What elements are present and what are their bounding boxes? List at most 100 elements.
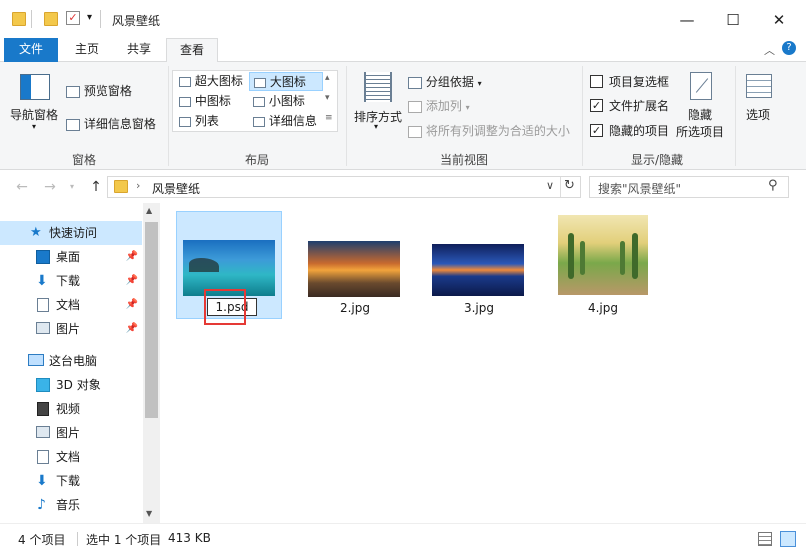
large-icons-icon <box>254 77 266 88</box>
search-box[interactable]: 搜索"风景壁纸" ⚲ <box>589 176 789 198</box>
add-column-button[interactable]: 添加列 ▾ <box>408 97 470 114</box>
nav-pane-icon <box>20 74 50 100</box>
details-view-icon[interactable] <box>758 532 772 546</box>
address-bar[interactable]: › 风景壁纸 ∨ ↻ <box>107 176 581 198</box>
details-pane-label: 详细信息窗格 <box>83 117 156 131</box>
group-by-button[interactable]: 分组依据 ▾ <box>408 73 482 90</box>
layout-list[interactable]: 列表 <box>175 112 249 131</box>
nav-pc-downloads[interactable]: ⬇ 下载 <box>0 469 142 493</box>
item-count: 4 个项目 <box>18 533 66 547</box>
search-input[interactable]: 搜索"风景壁纸" <box>598 180 681 197</box>
search-icon[interactable]: ⚲ <box>768 178 778 193</box>
forward-arrow-icon[interactable]: → <box>40 177 60 197</box>
gallery-more-icon[interactable]: ≡ <box>325 113 333 123</box>
back-arrow-icon[interactable]: ← <box>12 177 32 197</box>
details-pane-button[interactable]: 详细信息窗格 <box>66 115 156 132</box>
file-thumbnail <box>558 215 648 295</box>
nav-documents[interactable]: 文档 📌 <box>0 293 142 317</box>
extensions-toggle[interactable]: ✓ 文件扩展名 <box>590 97 669 114</box>
computer-icon <box>28 354 44 366</box>
layout-extra-large[interactable]: 超大图标 <box>175 72 249 91</box>
help-icon[interactable]: ? <box>782 41 796 55</box>
file-item[interactable]: 4.jpg <box>550 211 656 319</box>
cube-icon <box>36 378 50 392</box>
group-label-layout: 布局 <box>244 153 269 167</box>
hidden-items-toggle[interactable]: ✓ 隐藏的项目 <box>590 122 669 139</box>
nav-pane-label: 导航窗格 <box>10 108 59 122</box>
up-arrow-icon[interactable]: ↑ <box>86 177 106 197</box>
file-thumbnail <box>308 241 400 297</box>
file-thumbnail <box>432 244 524 296</box>
options-icon <box>746 74 772 98</box>
chevron-down-icon: ▾ <box>465 103 470 112</box>
properties-icon[interactable]: ✓ <box>66 11 80 25</box>
film-icon <box>37 402 49 416</box>
file-thumbnail <box>183 240 275 296</box>
tab-home[interactable]: 主页 <box>62 38 112 62</box>
pictures-icon <box>36 426 50 438</box>
options-label: 选项 <box>746 108 771 122</box>
collapse-ribbon-icon[interactable]: ︿ <box>764 42 775 58</box>
layout-details[interactable]: 详细信息 <box>249 112 323 131</box>
nav-pane-button[interactable]: 导航窗格 ▾ <box>6 70 66 144</box>
sort-button[interactable]: 排序方式 ▾ <box>352 70 404 144</box>
title-bar: ✓ ▾ 风景壁纸 — ☐ ✕ <box>0 0 806 38</box>
item-checkbox-box[interactable] <box>590 75 603 88</box>
customize-toolbar-icon[interactable]: ▾ <box>87 12 92 23</box>
nav-videos[interactable]: 视频 <box>0 397 142 421</box>
recent-locations-icon[interactable]: ▾ <box>62 177 82 197</box>
tab-view[interactable]: 查看 <box>166 38 218 63</box>
layout-large[interactable]: 大图标 <box>249 72 323 91</box>
extensions-checkbox[interactable]: ✓ <box>590 99 603 112</box>
nav-quick-access[interactable]: ★ 快速访问 <box>0 221 142 245</box>
chevron-down-icon[interactable]: ▾ <box>325 93 330 103</box>
fit-columns-icon <box>408 125 422 138</box>
divider <box>100 10 101 28</box>
address-dropdown-icon[interactable]: ∨ <box>546 179 554 192</box>
group-label-show-hide: 显示/隐藏 <box>630 153 684 167</box>
details-icon <box>253 116 265 127</box>
chevron-up-icon[interactable]: ▴ <box>325 73 330 83</box>
tab-share[interactable]: 共享 <box>114 38 164 62</box>
layout-gallery: 超大图标 大图标 中图标 小图标 列表 详细信息 ▴ ▾ ≡ <box>172 70 338 132</box>
nav-music[interactable]: ♪ 音乐 <box>0 493 142 517</box>
layout-medium[interactable]: 中图标 <box>175 92 249 111</box>
large-icons-view-icon[interactable] <box>780 531 796 547</box>
nav-pc-documents[interactable]: 文档 <box>0 445 142 469</box>
hide-selected-button[interactable]: 隐藏 所选项目 <box>674 70 730 144</box>
chevron-down-icon: ▾ <box>32 122 37 131</box>
nav-downloads[interactable]: ⬇ 下载 📌 <box>0 269 142 293</box>
minimize-button[interactable]: — <box>664 6 710 34</box>
layout-small[interactable]: 小图标 <box>249 92 323 111</box>
nav-pc-pictures[interactable]: 图片 <box>0 421 142 445</box>
options-button[interactable]: 选项 <box>740 70 780 144</box>
nav-3d-objects[interactable]: 3D 对象 <box>0 373 142 397</box>
new-folder-icon[interactable] <box>44 12 58 26</box>
extra-large-icons-icon <box>179 76 191 87</box>
nav-this-pc[interactable]: 这台电脑 <box>0 349 142 373</box>
nav-desktop[interactable]: 桌面 📌 <box>0 245 142 269</box>
address-path[interactable]: 风景壁纸 <box>152 180 200 197</box>
fit-columns-button[interactable]: 将所有列调整为合适的大小 <box>408 122 570 139</box>
hide-selected-icon <box>690 72 712 100</box>
window-title: 风景壁纸 <box>112 14 161 28</box>
preview-pane-button[interactable]: 预览窗格 <box>66 82 132 99</box>
small-icons-icon <box>253 96 265 107</box>
hidden-items-checkbox[interactable]: ✓ <box>590 124 603 137</box>
maximize-button[interactable]: ☐ <box>710 6 756 34</box>
scroll-down-icon[interactable]: ▼ <box>146 509 152 518</box>
file-list: 1.psd 2.jpg 3.jpg 4.jpg <box>160 203 806 523</box>
nav-pictures[interactable]: 图片 📌 <box>0 317 142 341</box>
music-note-icon: ♪ <box>37 497 46 513</box>
refresh-icon[interactable]: ↻ <box>564 178 575 193</box>
divider <box>560 177 561 197</box>
scroll-up-icon[interactable]: ▲ <box>146 206 152 215</box>
file-item[interactable]: 2.jpg <box>302 211 408 319</box>
tab-file[interactable]: 文件 <box>4 38 58 62</box>
close-button[interactable]: ✕ <box>756 6 802 34</box>
selected-count: 选中 1 个项目 <box>86 533 162 547</box>
item-checkbox-toggle[interactable]: 项目复选框 <box>590 73 669 90</box>
download-icon: ⬇ <box>36 273 48 289</box>
scrollbar-thumb[interactable] <box>145 222 158 418</box>
file-item[interactable]: 3.jpg <box>426 211 532 319</box>
